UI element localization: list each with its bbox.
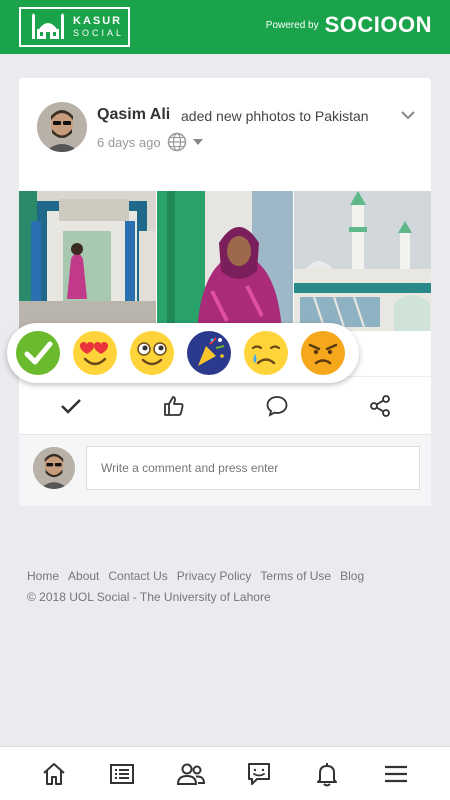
current-user-avatar[interactable] xyxy=(33,447,75,489)
woman-portrait-photo[interactable] xyxy=(156,191,294,331)
mosque-logo-icon xyxy=(31,13,65,39)
mosque-minaret-photo[interactable] xyxy=(294,191,432,331)
footer-link-terms[interactable]: Terms of Use xyxy=(260,569,331,583)
check-reaction[interactable] xyxy=(15,330,61,376)
hamburger-menu-icon xyxy=(384,765,407,782)
footer-link-contact[interactable]: Contact Us xyxy=(108,569,167,583)
nav-friends[interactable] xyxy=(174,757,208,791)
post-card: Qasim Ali aded new phhotos to Pakistan 6… xyxy=(19,78,432,506)
nav-messages[interactable] xyxy=(242,757,276,791)
list-icon xyxy=(110,763,135,784)
author-name[interactable]: Qasim Ali xyxy=(97,106,170,124)
users-icon xyxy=(176,763,205,785)
like-button[interactable] xyxy=(161,393,187,419)
chat-smile-icon xyxy=(248,762,271,785)
wow-face-icon xyxy=(130,331,174,375)
post-action-text: aded new phhotos to Pakistan xyxy=(181,108,369,124)
author-avatar[interactable] xyxy=(37,102,87,152)
footer-link-about[interactable]: About xyxy=(68,569,99,583)
post-header: Qasim Ali aded new phhotos to Pakistan 6… xyxy=(19,78,431,188)
top-bar: KASUR SOCIAL Powered by SOCIOON xyxy=(0,0,450,54)
photo-gallery xyxy=(19,191,432,331)
footer-link-privacy[interactable]: Privacy Policy xyxy=(177,569,252,583)
powered-by-label: Powered by xyxy=(265,19,319,31)
check-reaction-icon xyxy=(16,331,60,375)
nav-notifications[interactable] xyxy=(310,757,344,791)
man-portrait-icon xyxy=(37,102,87,152)
comment-button[interactable] xyxy=(264,393,290,419)
comment-input[interactable] xyxy=(86,446,420,490)
footer-links: Home About Contact Us Privacy Policy Ter… xyxy=(27,569,427,583)
man-portrait-icon xyxy=(33,447,75,489)
post-time: 6 days ago xyxy=(97,134,161,150)
post-actions xyxy=(19,376,431,434)
heart-eyes-icon xyxy=(73,331,117,375)
shrine-gate-photo[interactable] xyxy=(19,191,156,331)
angry-reaction[interactable] xyxy=(300,330,346,376)
party-popper-icon xyxy=(187,331,231,375)
nav-home[interactable] xyxy=(37,757,71,791)
footer-link-home[interactable]: Home xyxy=(27,569,59,583)
privacy-dropdown-icon[interactable] xyxy=(192,138,203,146)
footer-link-blog[interactable]: Blog xyxy=(340,569,364,583)
celebrate-reaction[interactable] xyxy=(186,330,232,376)
bell-icon xyxy=(317,762,338,786)
page-footer: Home About Contact Us Privacy Policy Ter… xyxy=(27,569,427,604)
angry-face-icon xyxy=(301,331,345,375)
love-eyes-reaction[interactable] xyxy=(72,330,118,376)
globe-icon xyxy=(167,132,186,152)
logo-title: KASUR xyxy=(73,15,123,27)
check-action-button[interactable] xyxy=(58,393,84,419)
nav-feed[interactable] xyxy=(105,757,139,791)
bottom-nav xyxy=(0,746,450,800)
app-logo[interactable]: KASUR SOCIAL xyxy=(19,7,130,47)
wow-reaction[interactable] xyxy=(129,330,175,376)
like-icon xyxy=(163,395,183,416)
comment-icon xyxy=(266,395,287,417)
share-icon xyxy=(369,394,390,417)
reactions-bar xyxy=(7,323,359,383)
comment-area xyxy=(19,434,431,506)
powered-by-brand: SOCIOON xyxy=(324,12,432,37)
home-icon xyxy=(43,762,65,785)
sad-face-icon xyxy=(244,331,288,375)
share-button[interactable] xyxy=(367,393,393,419)
nav-menu[interactable] xyxy=(379,757,413,791)
check-icon xyxy=(60,398,81,414)
sad-reaction[interactable] xyxy=(243,330,289,376)
logo-subtitle: SOCIAL xyxy=(73,28,125,38)
copyright-text: © 2018 UOL Social - The University of La… xyxy=(27,590,271,604)
chevron-down-icon[interactable] xyxy=(401,110,415,120)
powered-by: Powered by SOCIOON xyxy=(266,12,432,38)
post-meta: 6 days ago xyxy=(97,132,203,152)
